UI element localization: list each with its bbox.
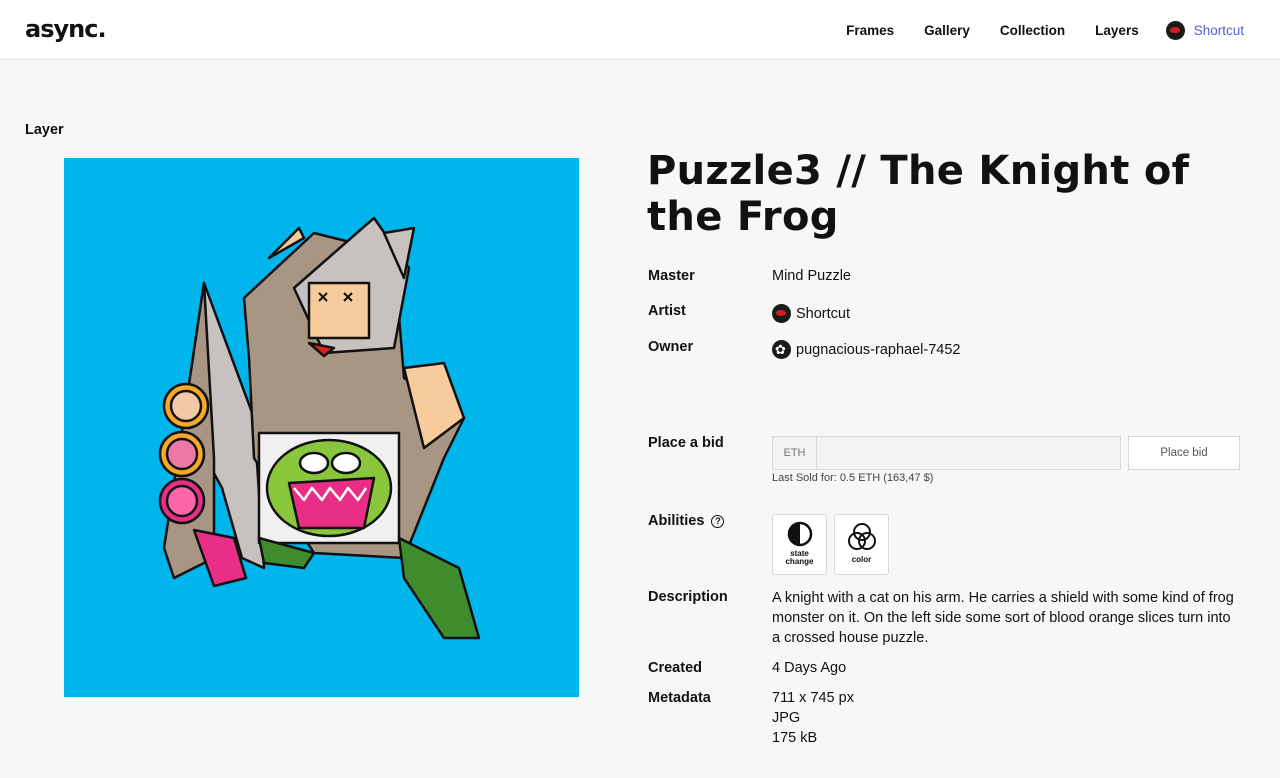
ability-state-change[interactable]: state change (772, 514, 827, 575)
owner-link[interactable]: pugnacious-raphael-7452 (772, 340, 960, 359)
top-navigation-bar: async. Frames Gallery Collection Layers … (0, 0, 1280, 60)
created-value: 4 Days Ago (772, 660, 847, 676)
description-text: A knight with a cat on his arm. He carri… (772, 590, 1234, 646)
owner-name: pugnacious-raphael-7452 (796, 341, 961, 358)
ability-color[interactable]: color (834, 514, 889, 575)
owner-label: Owner (648, 339, 694, 355)
description-label: Description (648, 589, 728, 605)
master-label: Master (648, 268, 695, 284)
artist-link[interactable]: Shortcut (772, 304, 850, 323)
nav-layers[interactable]: Layers (1095, 23, 1139, 38)
layer-title: Puzzle3 // The Knight of the Frog (647, 148, 1190, 240)
bid-label: Place a bid (648, 435, 724, 451)
half-circle-icon (787, 521, 812, 547)
owner-avatar (772, 340, 791, 359)
artist-label: Artist (648, 303, 686, 319)
nav-user-profile[interactable]: Shortcut (1165, 20, 1244, 40)
abilities-label-row: Abilities ? (648, 513, 725, 529)
color-circles-icon (847, 523, 876, 550)
artist-avatar (772, 304, 791, 323)
ability-label-state: state change (785, 550, 813, 566)
nav-user-name: Shortcut (1193, 22, 1244, 38)
last-sold-text: Last Sold for: 0.5 ETH (163,47 $) (772, 472, 934, 484)
bid-field: ETH (772, 436, 1121, 470)
ability-label-line2: change (785, 557, 814, 566)
place-bid-button[interactable]: Place bid (1128, 436, 1240, 470)
main-nav: Frames Gallery Collection Layers Shortcu… (816, 0, 1244, 60)
artwork-image (64, 158, 579, 697)
user-avatar (1165, 20, 1185, 40)
created-label: Created (648, 660, 702, 676)
master-value[interactable]: Mind Puzzle (772, 268, 851, 284)
metadata-label: Metadata (648, 690, 711, 706)
bid-amount-input[interactable] (817, 437, 1120, 469)
nav-gallery[interactable]: Gallery (924, 23, 970, 38)
section-label: Layer (25, 122, 64, 138)
metadata-size: 175 kB (772, 730, 818, 746)
metadata-dimensions: 711 x 745 px (772, 690, 854, 706)
metadata-values: 711 x 745 px JPG 175 kB (772, 688, 854, 748)
nav-frames[interactable]: Frames (846, 23, 894, 38)
async-logo[interactable]: async. (25, 14, 107, 44)
metadata-format: JPG (772, 710, 801, 726)
abilities-label: Abilities (648, 513, 705, 529)
nav-collection[interactable]: Collection (1000, 23, 1065, 38)
currency-prefix: ETH (773, 437, 817, 469)
ability-label-color: color (851, 555, 872, 564)
help-icon[interactable]: ? (711, 514, 725, 528)
artist-name: Shortcut (796, 305, 850, 322)
